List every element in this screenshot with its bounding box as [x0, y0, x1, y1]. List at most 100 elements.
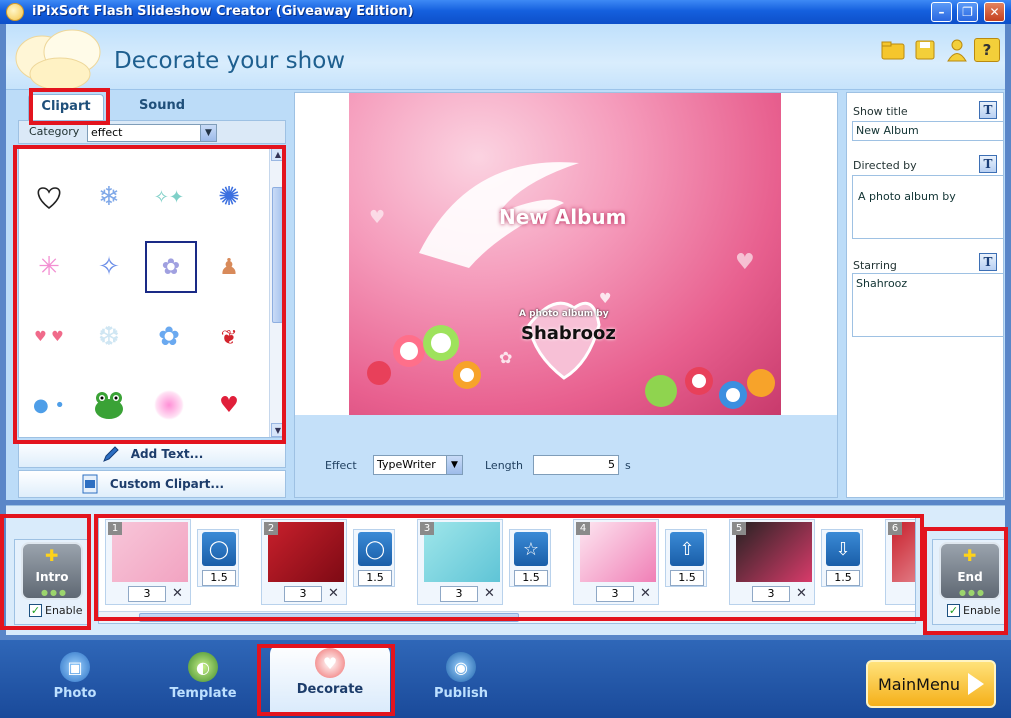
timeline-slide[interactable]: 6: [885, 519, 915, 605]
scroll-down-icon[interactable]: ▼: [271, 423, 285, 437]
timeline-slide[interactable]: 2 3 ✕: [261, 519, 347, 605]
clipart-heart-outline[interactable]: [23, 171, 75, 223]
user-icon[interactable]: [944, 38, 970, 62]
clipart-winged-heart[interactable]: ♥: [203, 379, 255, 431]
chevron-down-icon[interactable]: ▼: [446, 456, 462, 474]
folder-icon[interactable]: [880, 38, 906, 62]
transition-icon[interactable]: ◯: [358, 532, 392, 566]
delete-icon[interactable]: ✕: [172, 586, 183, 601]
show-title-field[interactable]: New Album: [852, 121, 1004, 141]
end-button[interactable]: ✚ End ●●●: [939, 542, 1001, 600]
clipart-frog[interactable]: [83, 379, 135, 431]
nav-photo[interactable]: ▣ Photo: [20, 648, 130, 712]
chevron-down-icon[interactable]: ▼: [200, 125, 216, 141]
slide-duration-input[interactable]: 3: [596, 586, 634, 602]
clover-logo-icon: [15, 29, 101, 88]
slide-thumbnail[interactable]: [268, 522, 344, 582]
clipart-blue-star-burst[interactable]: ✺: [203, 171, 255, 223]
nav-decorate[interactable]: ♥ Decorate: [270, 644, 390, 714]
clipart-pink-spark[interactable]: ✳: [23, 241, 75, 293]
custom-clipart-button[interactable]: Custom Clipart...: [18, 470, 286, 498]
slide-duration-input[interactable]: 3: [440, 586, 478, 602]
preview-panel: ♥ ♥ ♥ ✿ New Album A photo album by Shabr…: [294, 92, 838, 498]
slide-thumbnail[interactable]: [736, 522, 812, 582]
timeline: ✚ Intro ●●● ✓ Enable 1 3 ✕ ◯ 1.5 2 3 ✕ ◯ 1.5 3 3 ✕ ☆ 1…: [6, 505, 1008, 635]
delete-icon[interactable]: ✕: [640, 586, 651, 601]
scroll-up-icon[interactable]: ▲: [271, 147, 285, 161]
text-format-icon[interactable]: T: [979, 155, 997, 173]
clipart-frost[interactable]: ❆: [83, 311, 135, 363]
transition-duration-input[interactable]: 1.5: [826, 570, 860, 586]
slide-number: 6: [888, 522, 902, 535]
timeline-slide[interactable]: 5 3 ✕: [729, 519, 815, 605]
clipart-small-hearts[interactable]: ♥ ♥: [23, 311, 75, 363]
nav-publish[interactable]: ◉ Publish: [406, 648, 516, 712]
transition-icon[interactable]: ⇩: [826, 532, 860, 566]
directed-by-field[interactable]: A photo album by: [852, 175, 1004, 239]
delete-icon[interactable]: ✕: [328, 586, 339, 601]
slide-thumbnail[interactable]: [112, 522, 188, 582]
clipart-bubbles[interactable]: ● •: [23, 379, 75, 431]
delete-icon[interactable]: ✕: [484, 586, 495, 601]
clipart-fairy[interactable]: ✿: [145, 241, 197, 293]
clipart-snowflake[interactable]: ❄: [83, 171, 135, 223]
transition-icon[interactable]: ⇧: [670, 532, 704, 566]
add-text-button[interactable]: Add Text...: [18, 440, 286, 468]
clipart-sparkles[interactable]: ✧✦: [143, 171, 195, 223]
preview-title: New Album: [499, 205, 627, 229]
starring-field[interactable]: Shahrooz: [852, 273, 1004, 337]
custom-clipart-label: Custom Clipart...: [109, 477, 225, 491]
timeline-slide[interactable]: 4 3 ✕: [573, 519, 659, 605]
clipart-pink-glow[interactable]: [143, 379, 195, 431]
timeline-transition[interactable]: ⇧ 1.5: [665, 529, 707, 587]
delete-icon[interactable]: ✕: [796, 586, 807, 601]
main-menu-button[interactable]: MainMenu: [866, 660, 996, 708]
transition-duration-input[interactable]: 1.5: [670, 570, 704, 586]
slide-thumbnail[interactable]: [580, 522, 656, 582]
nav-template[interactable]: ◐ Template: [148, 648, 258, 712]
timeline-transition[interactable]: ◯ 1.5: [197, 529, 239, 587]
transition-duration-input[interactable]: 1.5: [358, 570, 392, 586]
transition-duration-input[interactable]: 1.5: [514, 570, 548, 586]
timeline-slide[interactable]: 3 3 ✕: [417, 519, 503, 605]
transition-duration-input[interactable]: 1.5: [202, 570, 236, 586]
save-icon[interactable]: [912, 38, 938, 62]
clipart-butterfly[interactable]: ✿: [143, 311, 195, 363]
close-button[interactable]: ✕: [984, 2, 1005, 22]
timeline-transition[interactable]: ◯ 1.5: [353, 529, 395, 587]
tab-sound[interactable]: Sound: [124, 94, 200, 120]
bottom-nav: ▣ Photo ◐ Template ♥ Decorate ◉ Publish …: [0, 640, 1011, 718]
length-input[interactable]: 5: [533, 455, 619, 475]
category-select[interactable]: effect ▼: [87, 124, 217, 142]
slide-duration-input[interactable]: 3: [128, 586, 166, 602]
timeline-scrollbar[interactable]: [99, 611, 915, 623]
slide-thumbnail[interactable]: [424, 522, 500, 582]
text-format-icon[interactable]: T: [979, 253, 997, 271]
help-icon[interactable]: ?: [974, 38, 1000, 62]
clipart-scrollbar[interactable]: ▲ ▼: [269, 147, 285, 437]
clipart-angel-boy[interactable]: ♟: [203, 241, 255, 293]
text-format-icon[interactable]: T: [979, 101, 997, 119]
end-enable-checkbox[interactable]: ✓: [947, 604, 960, 617]
transition-icon[interactable]: ◯: [202, 532, 236, 566]
intro-enable-checkbox[interactable]: ✓: [29, 604, 42, 617]
preview-image[interactable]: ♥ ♥ ♥ ✿ New Album A photo album by Shabr…: [349, 93, 781, 415]
minimize-button[interactable]: –: [931, 2, 952, 22]
transition-icon[interactable]: ☆: [514, 532, 548, 566]
timeline-slide[interactable]: 1 3 ✕: [105, 519, 191, 605]
intro-button[interactable]: ✚ Intro ●●●: [21, 542, 83, 600]
maximize-button[interactable]: ❐: [957, 2, 978, 22]
scrollbar-thumb[interactable]: [139, 613, 519, 622]
timeline-transition[interactable]: ☆ 1.5: [509, 529, 551, 587]
show-title-label: Show title: [853, 105, 908, 118]
timeline-transition[interactable]: ⇩ 1.5: [821, 529, 863, 587]
slide-duration-input[interactable]: 3: [752, 586, 790, 602]
clipart-cherries[interactable]: ❦: [203, 311, 255, 363]
slide-duration-input[interactable]: 3: [284, 586, 322, 602]
clipart-blue-sparkle[interactable]: ✧: [83, 241, 135, 293]
category-row: Category effect ▼: [18, 120, 286, 144]
starring-label: Starring: [853, 259, 897, 272]
scrollbar-thumb[interactable]: [272, 187, 283, 323]
effect-select[interactable]: TypeWriter ▼: [373, 455, 463, 475]
tab-clipart[interactable]: Clipart: [28, 94, 104, 120]
